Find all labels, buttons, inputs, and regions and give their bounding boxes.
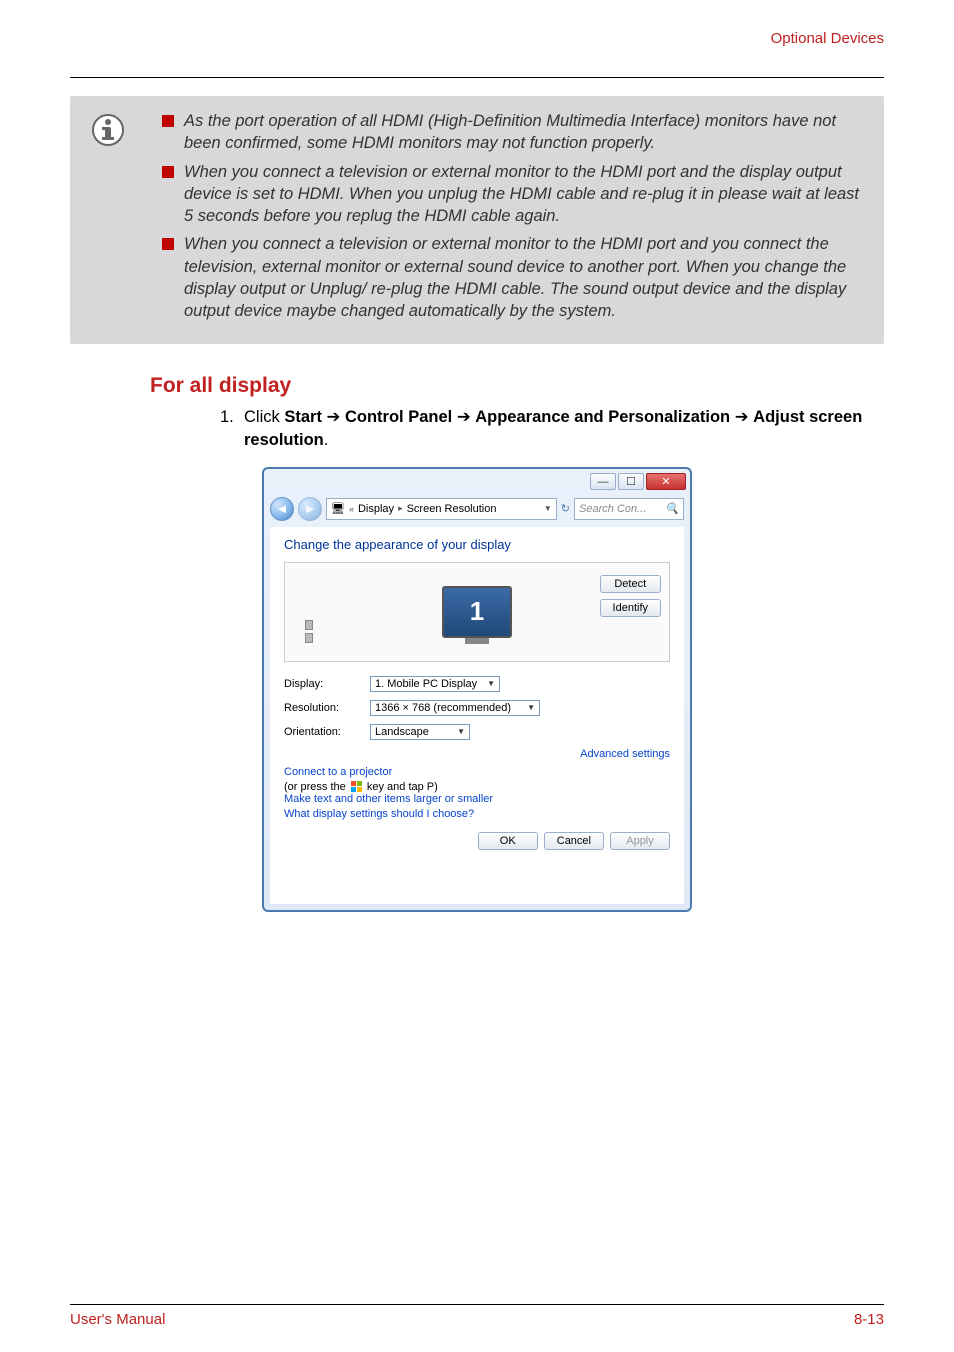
windows-key-icon bbox=[351, 781, 362, 792]
bullet-icon bbox=[162, 115, 174, 127]
page-footer: User's Manual 8-13 bbox=[70, 1304, 884, 1328]
instruction-step: 1. Click Start ➔ Control Panel ➔ Appeara… bbox=[220, 406, 884, 452]
header-section-link[interactable]: Optional Devices bbox=[70, 30, 884, 47]
minimize-button[interactable]: — bbox=[590, 473, 616, 490]
orientation-row: Orientation: Landscape▼ bbox=[284, 724, 670, 740]
apply-button[interactable]: Apply bbox=[610, 832, 670, 850]
display-label: Display: bbox=[284, 678, 354, 690]
ok-button[interactable]: OK bbox=[478, 832, 538, 850]
orientation-label: Orientation: bbox=[284, 726, 354, 738]
resolution-row: Resolution: 1366 × 768 (recommended)▼ bbox=[284, 700, 670, 716]
projector-link[interactable]: Connect to a projector bbox=[284, 766, 670, 778]
bullet-icon bbox=[162, 166, 174, 178]
display-select[interactable]: 1. Mobile PC Display▼ bbox=[370, 676, 500, 692]
search-icon: 🔍 bbox=[665, 502, 679, 515]
bullet-icon bbox=[162, 238, 174, 250]
resolution-select[interactable]: 1366 × 768 (recommended)▼ bbox=[370, 700, 540, 716]
display-preview[interactable]: 1 Detect Identify bbox=[284, 562, 670, 662]
cancel-button[interactable]: Cancel bbox=[544, 832, 604, 850]
step-number: 1. bbox=[220, 406, 244, 452]
navigation-bar: ◄ ► 🖥 « Display ▸ Screen Resolution ▼ ↻ … bbox=[264, 495, 690, 527]
note-item: As the port operation of all HDMI (High-… bbox=[162, 110, 864, 155]
desktop-icons bbox=[305, 620, 313, 643]
help-link[interactable]: What display settings should I choose? bbox=[284, 808, 670, 820]
resolution-label: Resolution: bbox=[284, 702, 354, 714]
orientation-select[interactable]: Landscape▼ bbox=[370, 724, 470, 740]
text-size-link[interactable]: Make text and other items larger or smal… bbox=[284, 793, 670, 805]
screen-resolution-window: — ☐ ✕ ◄ ► 🖥 « Display ▸ Screen Resolutio… bbox=[262, 467, 692, 912]
maximize-button[interactable]: ☐ bbox=[618, 473, 644, 490]
note-text: When you connect a television or externa… bbox=[184, 161, 864, 228]
note-item: When you connect a television or externa… bbox=[162, 161, 864, 228]
note-item: When you connect a television or externa… bbox=[162, 233, 864, 322]
breadcrumb[interactable]: 🖥 « Display ▸ Screen Resolution ▼ bbox=[326, 498, 557, 520]
content-heading: Change the appearance of your display bbox=[284, 537, 670, 552]
detect-button[interactable]: Detect bbox=[600, 575, 661, 593]
close-button[interactable]: ✕ bbox=[646, 473, 686, 490]
forward-button[interactable]: ► bbox=[298, 497, 322, 521]
footer-right: 8-13 bbox=[854, 1311, 884, 1328]
monitor-thumbnail[interactable]: 1 bbox=[442, 586, 512, 638]
section-heading: For all display bbox=[150, 374, 884, 398]
footer-left: User's Manual bbox=[70, 1311, 165, 1328]
info-icon bbox=[90, 112, 126, 153]
window-content: Change the appearance of your display 1 … bbox=[270, 527, 684, 904]
advanced-settings-link[interactable]: Advanced settings bbox=[580, 748, 670, 760]
back-button[interactable]: ◄ bbox=[270, 497, 294, 521]
info-note-block: As the port operation of all HDMI (High-… bbox=[70, 96, 884, 344]
step-text: Click Start ➔ Control Panel ➔ Appearance… bbox=[244, 406, 884, 452]
header-rule bbox=[70, 77, 884, 78]
identify-button[interactable]: Identify bbox=[600, 599, 661, 617]
search-input[interactable]: Search Con... 🔍 bbox=[574, 498, 684, 520]
projector-link-line: Connect to a projector (or press the key… bbox=[284, 766, 670, 793]
display-row: Display: 1. Mobile PC Display▼ bbox=[284, 676, 670, 692]
note-text: As the port operation of all HDMI (High-… bbox=[184, 110, 864, 155]
refresh-icon[interactable]: ↻ bbox=[561, 502, 570, 515]
note-text: When you connect a television or externa… bbox=[184, 233, 864, 322]
window-titlebar: — ☐ ✕ bbox=[264, 469, 690, 495]
